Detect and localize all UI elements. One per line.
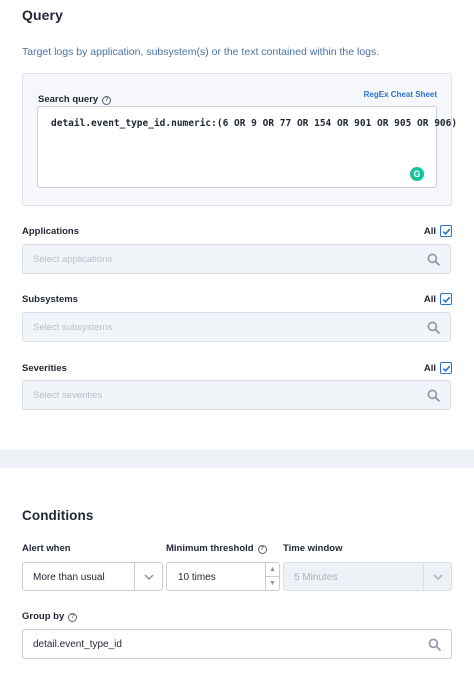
stepper-up-icon[interactable]: ▲ [266,563,279,577]
time-window-value: 5 Minutes [294,572,338,583]
group-by-label-wrap: Group by? [22,611,78,622]
subsystems-all-checkbox[interactable] [440,293,452,305]
search-icon [427,253,440,266]
subsystems-all-label: All [423,293,436,305]
search-icon [427,389,440,402]
minimum-threshold-input[interactable]: 10 times ▲ ▼ [166,562,280,591]
checkmark-icon [442,228,450,235]
stepper-down-icon[interactable]: ▼ [266,577,279,591]
search-query-textarea[interactable]: detail.event_type_id.numeric:(6 OR 9 OR … [37,106,457,188]
chevron-down-icon [143,573,154,580]
threshold-stepper[interactable]: ▲ ▼ [265,563,279,590]
subsystems-select[interactable]: Select subsystems [22,312,451,342]
applications-placeholder: Select applications [33,254,113,265]
group-by-label: Group by [22,611,65,622]
applications-all-label: All [423,225,436,237]
alert-when-dropdown-toggle[interactable] [134,563,162,590]
alert-when-label: Alert when [22,543,71,554]
alert-when-select[interactable]: More than usual [22,562,163,591]
grammarly-icon[interactable]: G [410,167,424,181]
query-section-subtitle: Target logs by application, subsystem(s)… [22,46,380,58]
search-icon [427,321,440,334]
subsystems-placeholder: Select subsystems [33,322,113,333]
minimum-threshold-label: Minimum threshold [166,543,254,554]
applications-select[interactable]: Select applications [22,244,451,274]
help-icon[interactable]: ? [68,612,78,622]
chevron-down-icon [432,573,443,580]
conditions-section-title: Conditions [22,508,94,523]
query-section-title: Query [22,7,63,23]
search-icon [428,638,441,651]
search-query-text: detail.event_type_id.numeric:(6 OR 9 OR … [51,118,458,129]
group-by-value: detail.event_type_id [33,639,122,650]
applications-all-toggle[interactable]: All [424,225,452,237]
applications-label: Applications [22,226,80,237]
minimum-threshold-value: 10 times [178,572,216,583]
subsystems-all-toggle[interactable]: All [424,293,452,305]
severities-all-checkbox[interactable] [440,362,452,374]
minimum-threshold-label-wrap: Minimum threshold? [166,543,267,554]
applications-all-checkbox[interactable] [440,225,452,237]
severities-all-toggle[interactable]: All [424,362,452,374]
severities-select[interactable]: Select severities [22,380,451,410]
alert-when-value: More than usual [33,572,105,583]
subsystems-label: Subsystems [22,294,78,305]
help-icon[interactable]: ? [102,95,112,105]
severities-all-label: All [423,362,436,374]
time-window-dropdown-toggle [423,563,451,590]
regex-cheat-sheet-link[interactable]: RegEx Cheat Sheet [364,90,437,99]
help-icon[interactable]: ? [257,544,267,554]
section-divider [0,450,474,468]
group-by-select[interactable]: detail.event_type_id [22,629,452,659]
checkmark-icon [442,296,450,303]
search-query-label-wrap: Search query? [38,89,112,107]
severities-label: Severities [22,363,67,374]
search-query-label: Search query [38,94,99,105]
severities-placeholder: Select severities [33,390,103,401]
time-window-label: Time window [283,543,343,554]
checkmark-icon [442,365,450,372]
time-window-select: 5 Minutes [283,562,452,591]
